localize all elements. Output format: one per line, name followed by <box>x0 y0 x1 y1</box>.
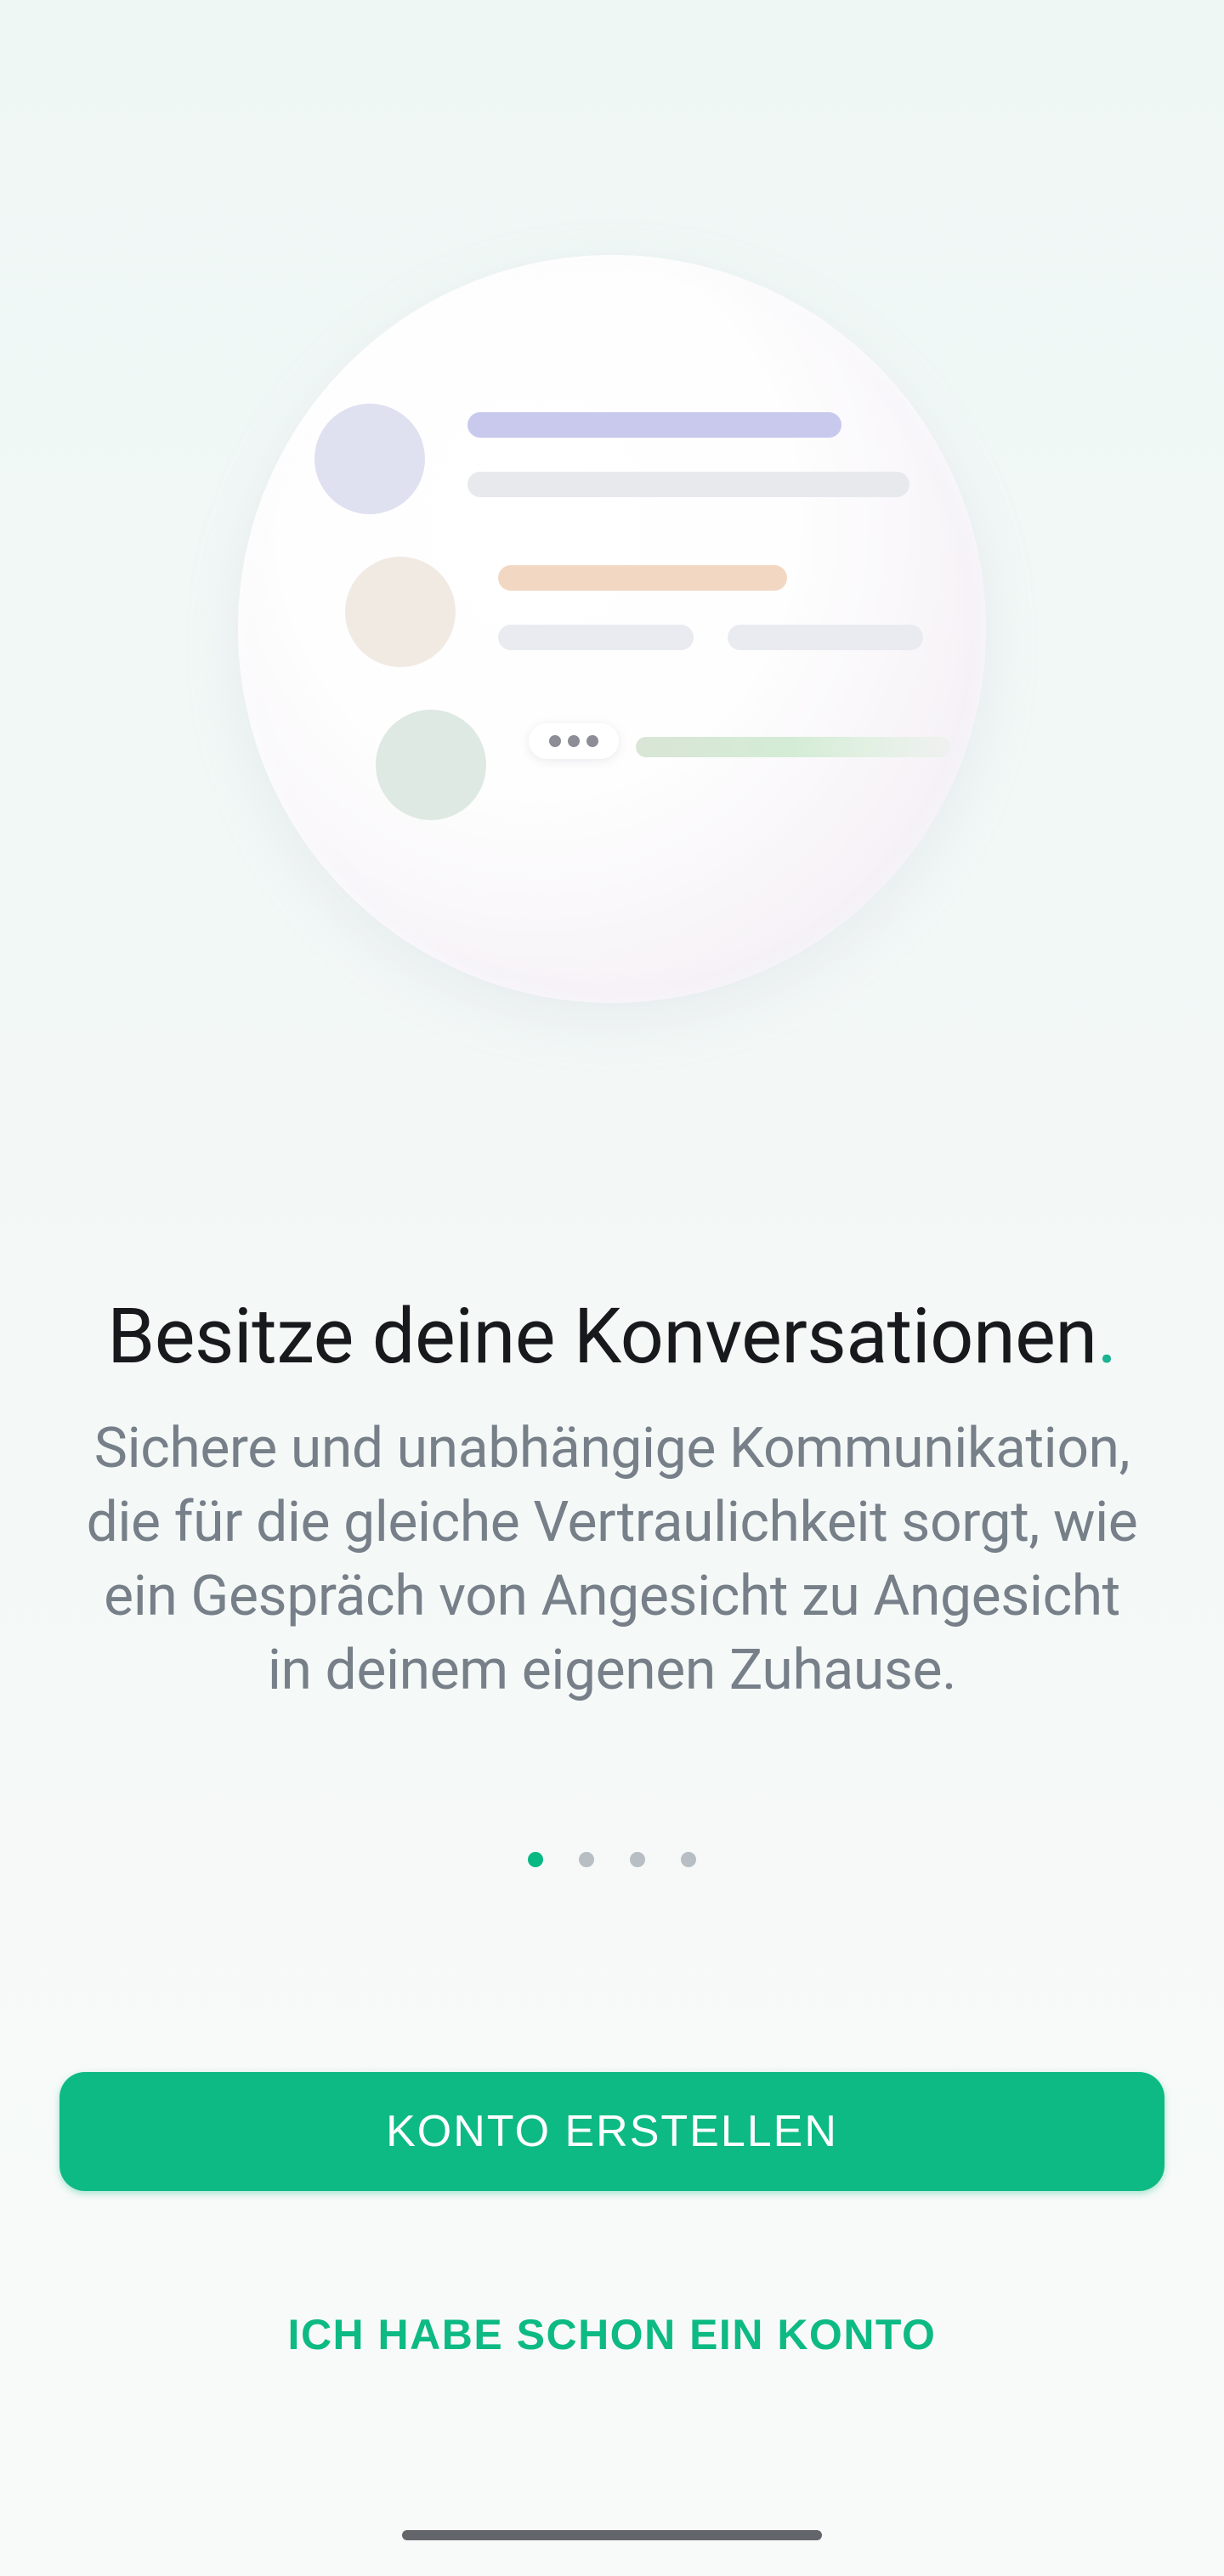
indicator-dot-1[interactable] <box>528 1852 543 1867</box>
chat-line-icon <box>498 565 787 591</box>
onboarding-headline: Besitze deine Konversationen. <box>85 1292 1139 1381</box>
chat-line-icon <box>468 472 910 497</box>
avatar-icon <box>345 557 456 667</box>
indicator-dot-3[interactable] <box>630 1852 645 1867</box>
chat-line-icon <box>636 737 950 757</box>
chat-line-icon <box>468 412 842 438</box>
home-indicator[interactable] <box>402 2530 822 2540</box>
chat-simulation <box>314 404 910 863</box>
onboarding-illustration <box>238 255 986 1003</box>
typing-indicator-icon <box>529 723 619 759</box>
headline-dot-accent: . <box>1097 1292 1117 1381</box>
create-account-button[interactable]: KONTO ERSTELLEN <box>60 2072 1164 2191</box>
indicator-dot-2[interactable] <box>579 1852 594 1867</box>
page-indicator <box>528 1852 696 1867</box>
chat-line-icon <box>498 625 694 650</box>
indicator-dot-4[interactable] <box>681 1852 696 1867</box>
existing-account-button[interactable]: ICH HABE SCHON EIN KONTO <box>60 2275 1164 2394</box>
onboarding-subtext: Sichere und unabhängige Kommunikation, d… <box>85 1412 1139 1707</box>
chat-line-icon <box>728 625 923 650</box>
avatar-icon <box>314 404 425 514</box>
headline-text: Besitze deine Konversationen <box>107 1292 1096 1381</box>
avatar-icon <box>376 710 486 820</box>
